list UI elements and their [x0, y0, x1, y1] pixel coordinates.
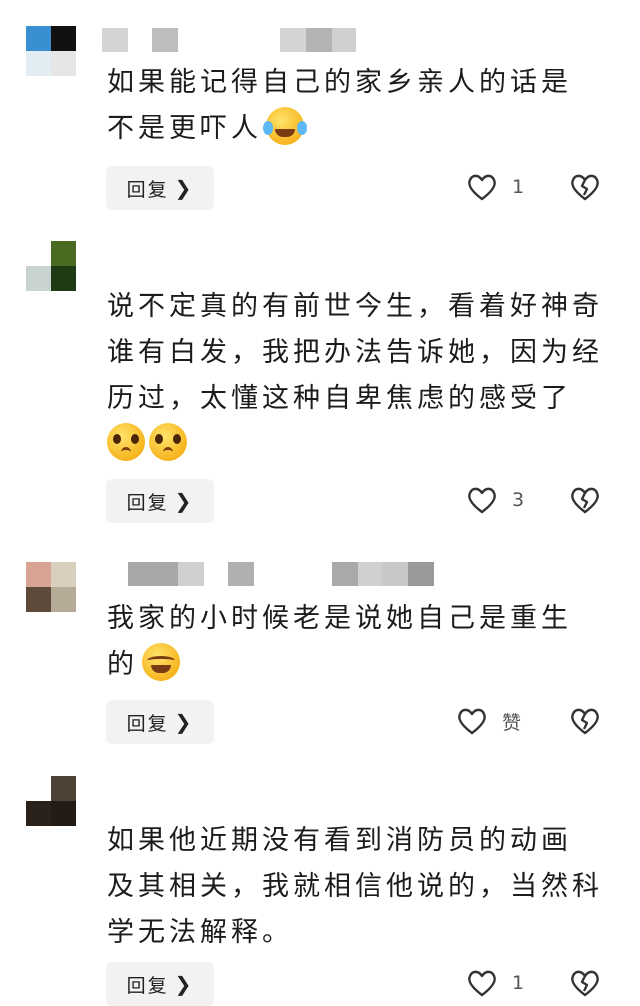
avatar[interactable]: [26, 776, 76, 826]
avatar[interactable]: [26, 562, 76, 612]
broken-heart-icon: [571, 487, 599, 514]
reply-label: 回复: [126, 491, 169, 514]
heart-outline-icon: [458, 708, 486, 735]
heart-outline-icon: [468, 970, 496, 997]
comment-line: 谁有白发，我把办法告诉她，因为经: [107, 337, 603, 368]
avatar[interactable]: [26, 241, 76, 291]
chevron-right-icon: ❯: [174, 176, 194, 200]
reply-label: 回复: [126, 712, 169, 735]
comment-text: 如果他近期没有看到消防员的动画 及其相关，我就相信他说的，当然科 学无法解释。: [107, 818, 617, 956]
like-button[interactable]: 1: [466, 968, 524, 998]
dislike-button[interactable]: [569, 172, 601, 206]
username-blurred[interactable]: [102, 28, 356, 52]
comment-line: 如果能记得自己的家乡亲人的话是: [107, 67, 572, 98]
like-count: 1: [512, 176, 525, 198]
comment-line: 如果他近期没有看到消防员的动画: [107, 825, 572, 856]
comment-line: 说不定真的有前世今生，看着好神奇: [107, 291, 603, 322]
dislike-button[interactable]: [569, 485, 601, 519]
pleading-emoji: [107, 423, 145, 461]
username-blurred[interactable]: [128, 562, 434, 586]
comment-text: 说不定真的有前世今生，看着好神奇 谁有白发，我把办法告诉她，因为经 历过，太懂这…: [107, 284, 617, 472]
heart-outline-icon: [468, 487, 496, 514]
like-button[interactable]: 1: [466, 172, 524, 202]
broken-heart-icon: [571, 174, 599, 201]
dislike-button[interactable]: [569, 706, 601, 740]
laugh-emoji: [263, 107, 304, 145]
heart-outline-icon: [468, 174, 496, 201]
broken-heart-icon: [571, 970, 599, 997]
comment-line: 历过，太懂这种自卑焦虑的感受了: [107, 383, 572, 414]
like-count: 1: [512, 972, 525, 994]
like-button[interactable]: 赞: [456, 706, 521, 736]
comment-line: 及其相关，我就相信他说的，当然科: [107, 871, 603, 902]
reply-label: 回复: [126, 974, 169, 997]
comment-line: 学无法解释。: [107, 917, 293, 948]
comment-line: 的: [107, 649, 138, 680]
reply-button[interactable]: 回复 ❯: [106, 700, 214, 744]
chevron-right-icon: ❯: [174, 972, 194, 996]
broken-heart-icon: [571, 708, 599, 735]
chevron-right-icon: ❯: [174, 710, 194, 734]
reply-button[interactable]: 回复 ❯: [106, 962, 214, 1006]
like-count: 3: [512, 489, 525, 511]
chevron-right-icon: ❯: [174, 489, 194, 513]
comment-line: 不是更吓人: [107, 113, 262, 144]
dislike-button[interactable]: [569, 968, 601, 1002]
like-button[interactable]: 3: [466, 485, 524, 515]
reply-button[interactable]: 回复 ❯: [106, 166, 214, 210]
comment-text: 我家的小时候老是说她自己是重生 的: [107, 596, 617, 688]
pleading-emoji: [149, 423, 187, 461]
reply-label: 回复: [126, 178, 169, 201]
like-count: 赞: [502, 711, 522, 734]
crying-laughing-emoji: [142, 643, 180, 681]
comment-line: 我家的小时候老是说她自己是重生: [107, 603, 572, 634]
avatar[interactable]: [26, 26, 76, 76]
reply-button[interactable]: 回复 ❯: [106, 479, 214, 523]
comment-text: 如果能记得自己的家乡亲人的话是 不是更吓人: [107, 60, 617, 152]
